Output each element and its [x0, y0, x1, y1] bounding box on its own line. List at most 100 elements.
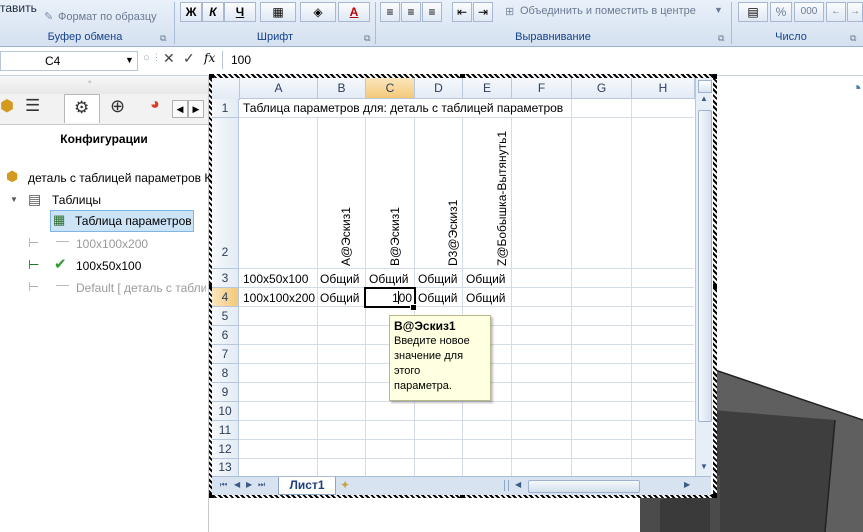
- chevron-down-icon[interactable]: ▼: [125, 55, 134, 65]
- scroll-down-icon[interactable]: ▼: [698, 462, 710, 474]
- format-painter-button[interactable]: Формат по образцу: [58, 11, 157, 23]
- row-header[interactable]: 3: [212, 269, 239, 288]
- align-left-button[interactable]: ≡: [380, 2, 400, 22]
- tab-property-manager[interactable]: ☰: [25, 96, 55, 122]
- cell-b3[interactable]: Общий: [320, 272, 360, 286]
- align-center-button[interactable]: ≡: [401, 2, 421, 22]
- borders-button[interactable]: ▦: [260, 2, 296, 22]
- percent-button[interactable]: %: [770, 2, 792, 22]
- number-dialog-launcher-icon[interactable]: ⧉: [850, 33, 856, 44]
- name-box[interactable]: C4 ▼: [0, 51, 138, 71]
- column-header-a[interactable]: A: [240, 78, 318, 99]
- collapse-arrow-icon[interactable]: ▼: [10, 195, 18, 204]
- column-header-b[interactable]: B: [318, 78, 366, 99]
- increase-decimal-button[interactable]: ←: [826, 2, 846, 22]
- cell-a1[interactable]: Таблица параметров для: деталь с таблице…: [243, 101, 563, 115]
- cell-a4[interactable]: 100x100x200: [243, 291, 317, 305]
- cell-b2[interactable]: A@Эскиз1: [339, 207, 353, 266]
- tree-root-label[interactable]: деталь с таблицей параметров К: [28, 171, 211, 185]
- scroll-left-button[interactable]: ◀: [172, 100, 188, 118]
- chevron-down-icon[interactable]: ▼: [714, 5, 723, 15]
- insert-function-button[interactable]: fx: [204, 51, 215, 65]
- cell-e3[interactable]: Общий: [466, 272, 506, 286]
- tab-dimxpert[interactable]: ⊕: [110, 96, 138, 122]
- row-header[interactable]: 10: [212, 402, 239, 421]
- horizontal-scroll-thumb[interactable]: [528, 480, 640, 493]
- align-right-button[interactable]: ≡: [422, 2, 442, 22]
- cell-e2[interactable]: Z@Бобышка-Вытянуть1: [495, 131, 509, 266]
- select-all-button[interactable]: [212, 78, 240, 100]
- cell-a3[interactable]: 100x50x100: [243, 272, 308, 286]
- merge-icon: ⊞: [505, 6, 515, 18]
- merge-center-button[interactable]: Объединить и поместить в центре: [520, 5, 696, 17]
- vertical-scrollbar[interactable]: ▲ ▼: [695, 78, 712, 476]
- cell-d3[interactable]: Общий: [418, 272, 458, 286]
- gridline: [511, 117, 512, 476]
- cell-c2[interactable]: B@Эскиз1: [388, 207, 402, 266]
- tree-item-config-100x100x200[interactable]: 100x100x200: [76, 237, 148, 251]
- row-header[interactable]: 5: [212, 307, 239, 326]
- italic-button[interactable]: К: [202, 2, 224, 22]
- last-sheet-icon[interactable]: ⏭: [258, 480, 265, 490]
- column-header-c[interactable]: C: [366, 78, 415, 99]
- font-dialog-launcher-icon[interactable]: ⧉: [364, 33, 370, 44]
- first-sheet-icon[interactable]: ⏮: [220, 480, 227, 490]
- cell-d2[interactable]: D3@Эскиз1: [446, 200, 460, 266]
- enter-check-icon[interactable]: ✓: [183, 50, 195, 67]
- row-header[interactable]: 12: [212, 440, 239, 459]
- bold-button[interactable]: Ж: [180, 2, 202, 22]
- decrease-decimal-button[interactable]: →: [847, 2, 863, 22]
- formula-input[interactable]: 100: [222, 51, 863, 69]
- tab-configuration-manager[interactable]: ⚙: [64, 94, 100, 123]
- tree-item-param-table[interactable]: ▦ Таблица параметров: [50, 210, 194, 232]
- insert-sheet-icon[interactable]: ✦: [340, 478, 350, 492]
- row-header[interactable]: 9: [212, 383, 239, 402]
- cell-d4[interactable]: Общий: [418, 291, 458, 305]
- tree-item-config-default[interactable]: Default [ деталь с таблиц: [76, 281, 206, 295]
- split-box[interactable]: [698, 80, 712, 93]
- fill-color-button[interactable]: ◈: [300, 2, 336, 22]
- tab-sheet1[interactable]: Лист1: [278, 477, 336, 495]
- row-header[interactable]: 11: [212, 421, 239, 440]
- paste-button[interactable]: тавить: [0, 1, 37, 15]
- tree-item-config-100x50x100[interactable]: 100x50x100: [76, 259, 141, 273]
- scroll-up-icon[interactable]: ▲: [698, 94, 710, 108]
- scroll-right-icon[interactable]: ▶: [684, 480, 690, 489]
- tab-feature-manager[interactable]: ⬢: [0, 96, 16, 122]
- cell-b4[interactable]: Общий: [320, 291, 360, 305]
- cancel-icon[interactable]: ✕: [163, 50, 175, 67]
- row-header[interactable]: 6: [212, 326, 239, 345]
- scroll-thumb[interactable]: [698, 110, 712, 422]
- row-header[interactable]: 8: [212, 364, 239, 383]
- row-header[interactable]: 2: [212, 118, 239, 269]
- cell-c3[interactable]: Общий: [369, 272, 409, 286]
- thousands-button[interactable]: 000: [794, 2, 824, 22]
- row-header[interactable]: 7: [212, 345, 239, 364]
- row-header[interactable]: 1: [212, 99, 239, 118]
- column-header-h[interactable]: H: [632, 78, 695, 99]
- decrease-indent-button[interactable]: ⇤: [452, 2, 472, 22]
- cell-e4[interactable]: Общий: [466, 291, 506, 305]
- tab-display-manager[interactable]: ◕: [150, 96, 170, 122]
- prev-sheet-icon[interactable]: ◀: [234, 480, 240, 489]
- active-cell-c4[interactable]: 100: [364, 287, 416, 308]
- tree-item-tables[interactable]: Таблицы: [52, 193, 101, 207]
- underline-button[interactable]: Ч: [224, 2, 256, 22]
- alignment-dialog-launcher-icon[interactable]: ⧉: [718, 33, 724, 44]
- column-header-g[interactable]: G: [572, 78, 632, 99]
- row-header[interactable]: 4: [212, 288, 239, 307]
- currency-button[interactable]: ▤: [738, 2, 768, 22]
- font-color-button[interactable]: А: [338, 2, 370, 22]
- row-header[interactable]: 13: [212, 459, 239, 477]
- next-sheet-icon[interactable]: ▶: [246, 480, 252, 489]
- column-header-d[interactable]: D: [415, 78, 463, 99]
- scroll-right-button[interactable]: ▶: [188, 100, 204, 118]
- dialog-launcher-icon[interactable]: ⧉: [160, 33, 166, 44]
- increase-indent-button[interactable]: ⇥: [473, 2, 493, 22]
- column-header-f[interactable]: F: [512, 78, 572, 99]
- scroll-left-icon[interactable]: ◀: [515, 480, 521, 489]
- fill-handle[interactable]: [410, 304, 417, 311]
- column-header-e[interactable]: E: [463, 78, 512, 99]
- tab-split-handle[interactable]: [504, 480, 509, 491]
- view-orientation-icon[interactable]: ◔: [851, 78, 863, 100]
